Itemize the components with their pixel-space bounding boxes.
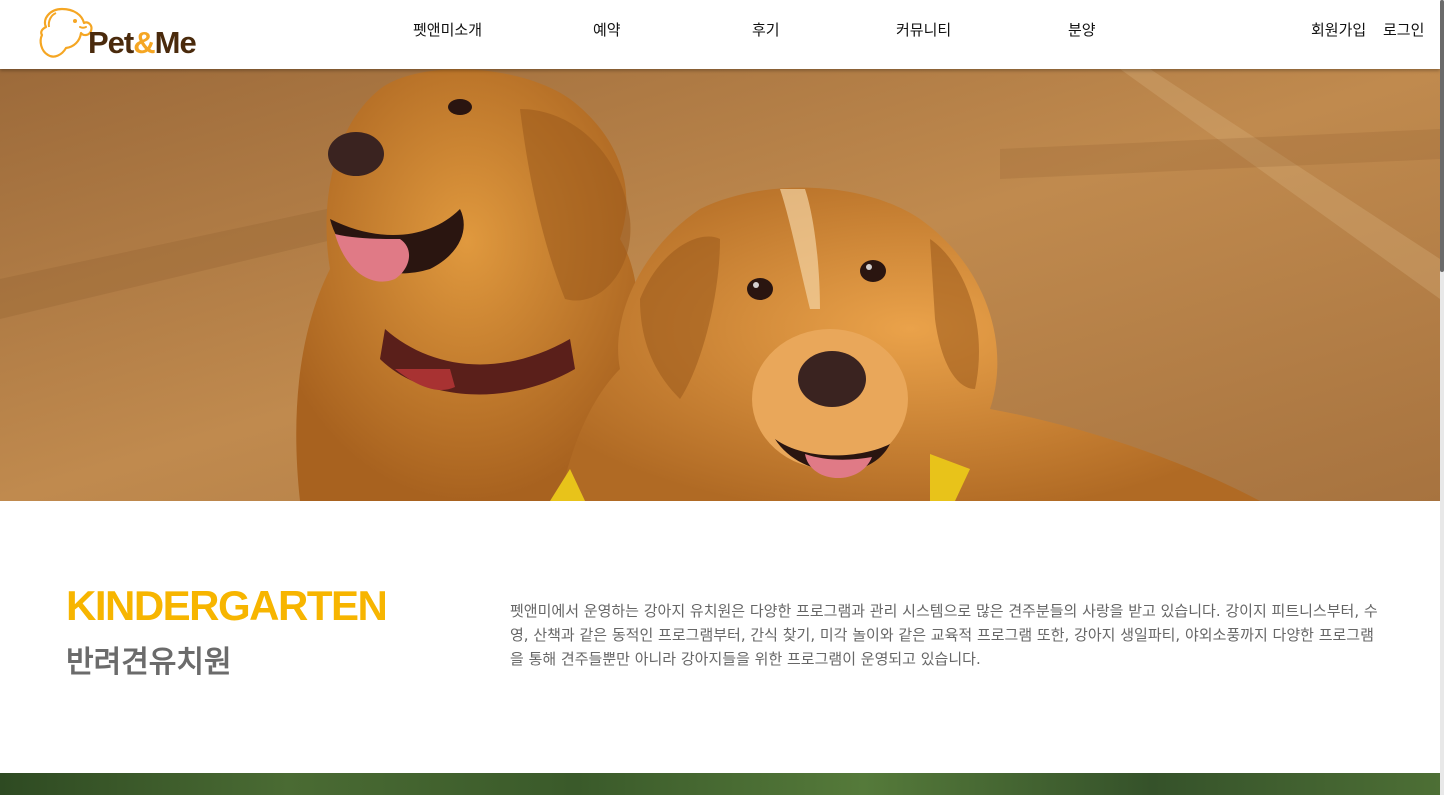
section-title-ko: 반려견유치원 bbox=[66, 645, 232, 680]
nav-item-reviews[interactable]: 후기 bbox=[752, 19, 780, 40]
page: Pet&Me 펫앤미소개 예약 후기 커뮤니티 분양 회원가입 로그인 KIND… bbox=[0, 0, 1440, 795]
section-title-en: KINDERGARTEN bbox=[66, 582, 388, 629]
nav-item-about[interactable]: 펫앤미소개 bbox=[413, 19, 482, 40]
dogs-photo bbox=[0, 69, 1440, 501]
signup-link[interactable]: 회원가입 bbox=[1311, 19, 1366, 40]
section-description: 펫앤미에서 운영하는 강아지 유치원은 다양한 프로그램과 관리 시스템으로 많… bbox=[510, 602, 1378, 668]
next-section-image bbox=[0, 773, 1440, 795]
scrollbar-thumb[interactable] bbox=[1440, 0, 1444, 272]
login-link[interactable]: 로그인 bbox=[1383, 19, 1424, 40]
main-nav: 펫앤미소개 예약 후기 커뮤니티 분양 bbox=[0, 19, 1440, 45]
site-header: Pet&Me 펫앤미소개 예약 후기 커뮤니티 분양 회원가입 로그인 bbox=[0, 0, 1440, 69]
hero-image bbox=[0, 69, 1440, 501]
nav-item-reservation[interactable]: 예약 bbox=[593, 19, 621, 40]
scrollbar[interactable] bbox=[1440, 0, 1444, 795]
nav-item-community[interactable]: 커뮤니티 bbox=[896, 19, 951, 40]
nav-item-adoption[interactable]: 분양 bbox=[1068, 19, 1096, 40]
